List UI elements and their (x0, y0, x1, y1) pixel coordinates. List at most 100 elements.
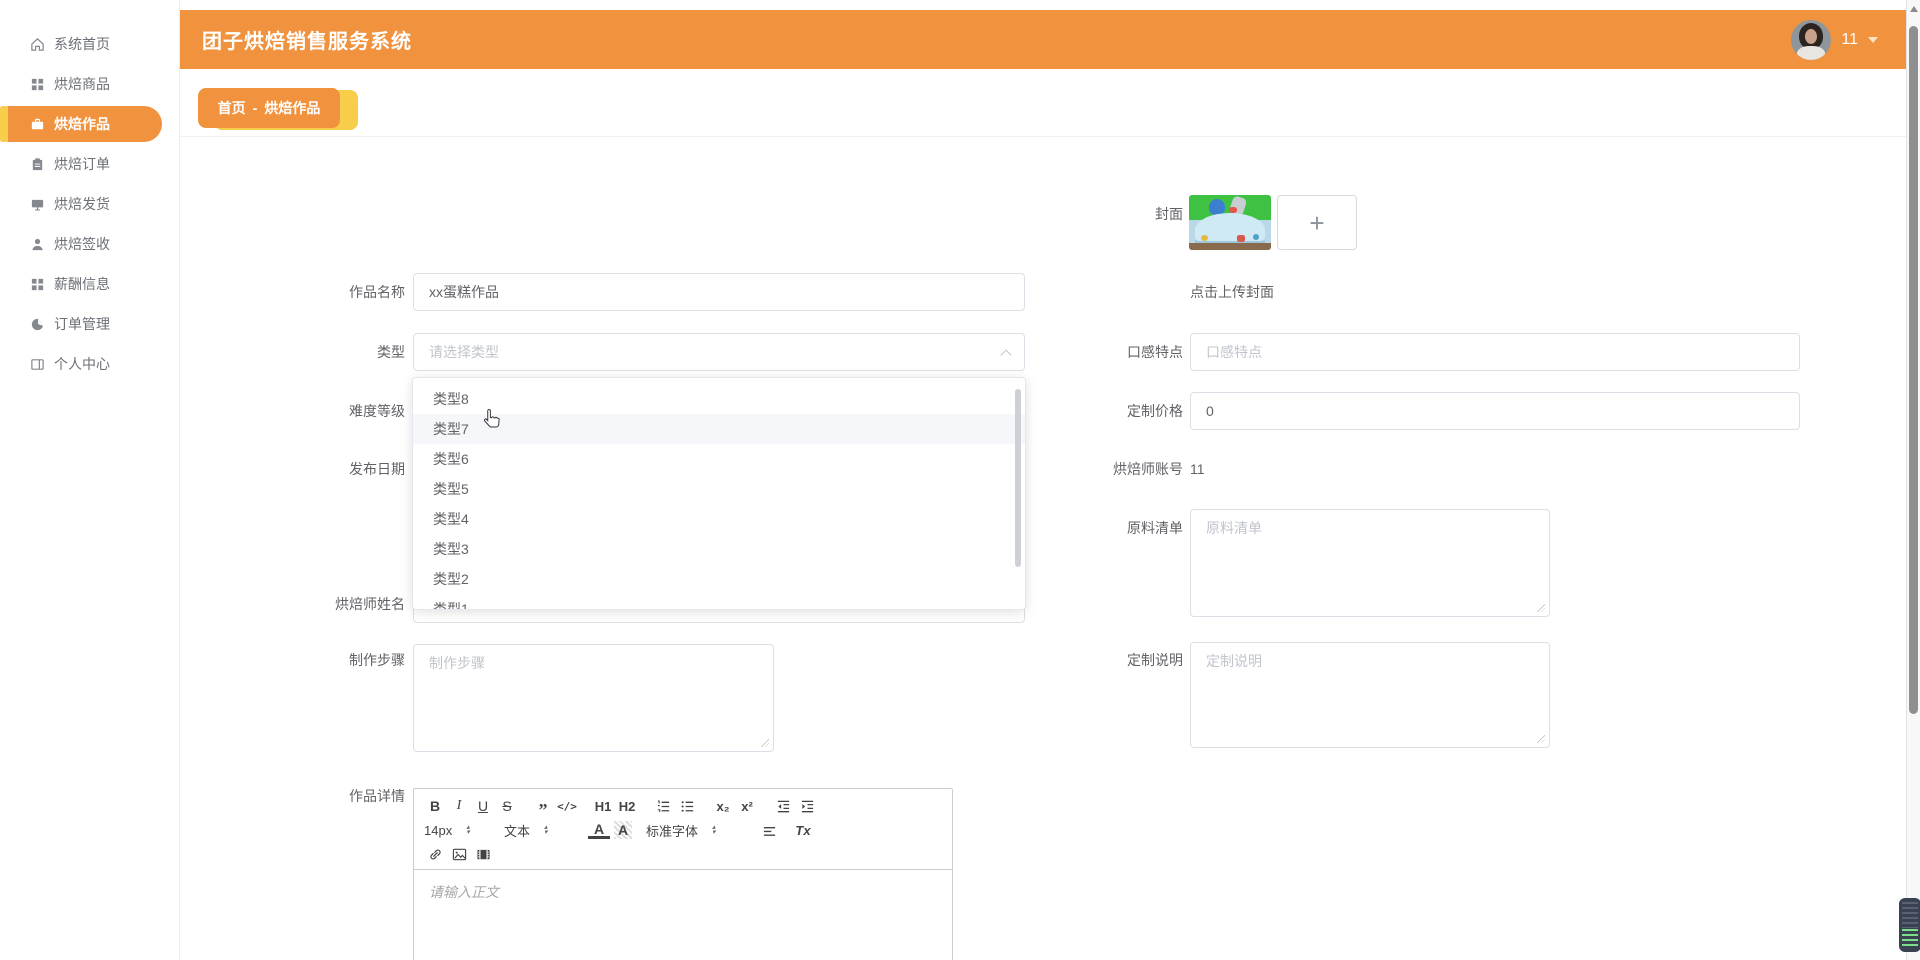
type-option-list: 类型8 类型7 类型6 类型5 类型4 类型3 类型2 类型1 (413, 384, 1025, 609)
updown-arrows-icon: ▴ ▾ (466, 824, 470, 836)
sidebar-item-baking-goods[interactable]: 烘焙商品 (0, 64, 179, 104)
user-icon (30, 237, 45, 252)
sidebar-item-order-management[interactable]: 订单管理 (0, 304, 179, 344)
cover-image-cake (1195, 213, 1265, 247)
cover-image-decor (1201, 235, 1208, 241)
briefcase-icon (30, 117, 45, 132)
status-widget-level (1902, 929, 1918, 948)
materials-label: 原料清单 (1127, 520, 1183, 536)
sidebar-item-label: 订单管理 (54, 316, 110, 332)
sidebar-item-baking-shipping[interactable]: 烘焙发货 (0, 184, 179, 224)
type-option[interactable]: 类型4 (413, 504, 1025, 534)
avatar-shirt (1797, 45, 1826, 60)
font-family-select[interactable]: 标准字体 ▴ ▾ (646, 821, 738, 840)
materials-textarea[interactable] (1190, 509, 1550, 617)
sidebar-item-baking-works[interactable]: 烘焙作品 (0, 104, 179, 144)
text-style-select[interactable]: 文本 ▴ ▾ (504, 821, 574, 840)
heading1-button[interactable]: H1 (592, 795, 614, 817)
link-button[interactable] (424, 843, 446, 865)
strikethrough-button[interactable]: S (496, 795, 518, 817)
taste-input[interactable] (1190, 333, 1800, 371)
clear-format-button[interactable]: Tx (792, 819, 814, 841)
rich-text-editor: B I U S ” </> H1 H2 x₂ x² 14px ▴ ▾ 文本 ▴ … (413, 788, 953, 960)
scroll-up-arrow-icon[interactable] (1910, 6, 1918, 12)
breadcrumb-bar: 首页 - 烘焙作品 (181, 69, 1906, 137)
app-title: 团子烘焙销售服务系统 (202, 31, 412, 53)
sidebar-item-system-home[interactable]: 系统首页 (0, 24, 179, 64)
type-dropdown: 类型8 类型7 类型6 类型5 类型4 类型3 类型2 类型1 (412, 377, 1026, 610)
cover-image-base (1189, 243, 1271, 250)
publish-date-label: 发布日期 (349, 461, 405, 477)
breadcrumb: 首页 - 烘焙作品 (198, 88, 340, 128)
type-option[interactable]: 类型2 (413, 564, 1025, 594)
baker-account-label: 烘焙师账号 (1113, 461, 1183, 477)
editor-placeholder: 请输入正文 (429, 884, 499, 900)
page-scrollbar[interactable] (1906, 0, 1920, 960)
blockquote-button[interactable]: ” (532, 795, 554, 819)
outdent-button[interactable] (772, 795, 794, 817)
active-item-accent (0, 106, 8, 142)
align-button[interactable] (758, 819, 780, 841)
steps-textarea[interactable] (413, 644, 774, 752)
background-color-button[interactable]: A (612, 819, 634, 841)
type-select[interactable]: 请选择类型 (413, 333, 1025, 371)
user-menu[interactable]: 11 (1791, 10, 1878, 69)
font-size-value: 14px (424, 822, 453, 838)
background-color-glyph: A (614, 821, 632, 839)
ordered-list-button[interactable] (652, 795, 674, 817)
editor-content[interactable]: 请输入正文 (414, 870, 952, 960)
type-option[interactable]: 类型1 (413, 594, 1025, 609)
image-button[interactable] (448, 843, 470, 865)
window-icon (30, 357, 45, 372)
text-color-button[interactable]: A (588, 821, 610, 839)
font-size-select[interactable]: 14px ▴ ▾ (424, 823, 490, 838)
chevron-down-icon (1868, 36, 1878, 43)
price-input[interactable] (1190, 392, 1800, 430)
grid-icon (30, 77, 45, 92)
dropdown-scrollbar[interactable] (1015, 389, 1021, 567)
indent-button[interactable] (796, 795, 818, 817)
bold-button[interactable]: B (424, 795, 446, 817)
custom-note-textarea[interactable] (1190, 642, 1550, 748)
video-button[interactable] (472, 843, 494, 865)
avatar-face (1805, 28, 1818, 44)
editor-toolbar: B I U S ” </> H1 H2 x₂ x² 14px ▴ ▾ 文本 ▴ … (414, 789, 952, 870)
sidebar-item-personal-center[interactable]: 个人中心 (0, 344, 179, 384)
breadcrumb-home[interactable]: 首页 (218, 98, 246, 118)
custom-note-label: 定制说明 (1127, 652, 1183, 668)
sidebar-item-label: 烘焙签收 (54, 236, 110, 252)
superscript-button[interactable]: x² (736, 795, 758, 817)
scrollbar-thumb[interactable] (1909, 26, 1918, 714)
steps-label: 制作步骤 (349, 652, 405, 668)
avatar[interactable] (1791, 19, 1832, 60)
heading2-button[interactable]: H2 (616, 795, 638, 817)
underline-button[interactable]: U (472, 795, 494, 817)
baker-account-value: 11 (1190, 461, 1205, 477)
cover-image-decor (1253, 234, 1259, 240)
dropdown-arrow (440, 378, 456, 385)
bullet-list-button[interactable] (676, 795, 698, 817)
code-block-button[interactable]: </> (556, 795, 578, 817)
sidebar-item-baking-orders[interactable]: 烘焙订单 (0, 144, 179, 184)
text-style-value: 文本 (504, 823, 531, 839)
grid-icon (30, 277, 45, 292)
sidebar-item-baking-receipt[interactable]: 烘焙签收 (0, 224, 179, 264)
upload-cover-button[interactable]: + (1277, 195, 1357, 250)
font-family-value: 标准字体 (646, 823, 699, 839)
type-option[interactable]: 类型5 (413, 474, 1025, 504)
work-name-input[interactable] (413, 273, 1025, 311)
price-label: 定制价格 (1127, 403, 1183, 419)
type-option[interactable]: 类型8 (413, 384, 1025, 414)
type-option[interactable]: 类型6 (413, 444, 1025, 474)
italic-button[interactable]: I (448, 795, 470, 817)
chevron-up-icon (1002, 348, 1012, 358)
taste-label: 口感特点 (1127, 344, 1183, 360)
detail-label: 作品详情 (349, 788, 405, 804)
type-option-hovered[interactable]: 类型7 (413, 414, 1025, 444)
sidebar-item-salary-info[interactable]: 薪酬信息 (0, 264, 179, 304)
type-option[interactable]: 类型3 (413, 534, 1025, 564)
cover-image[interactable] (1189, 195, 1271, 250)
sidebar-item-label: 系统首页 (54, 36, 110, 52)
subscript-button[interactable]: x₂ (712, 795, 734, 817)
user-name: 11 (1841, 30, 1858, 48)
